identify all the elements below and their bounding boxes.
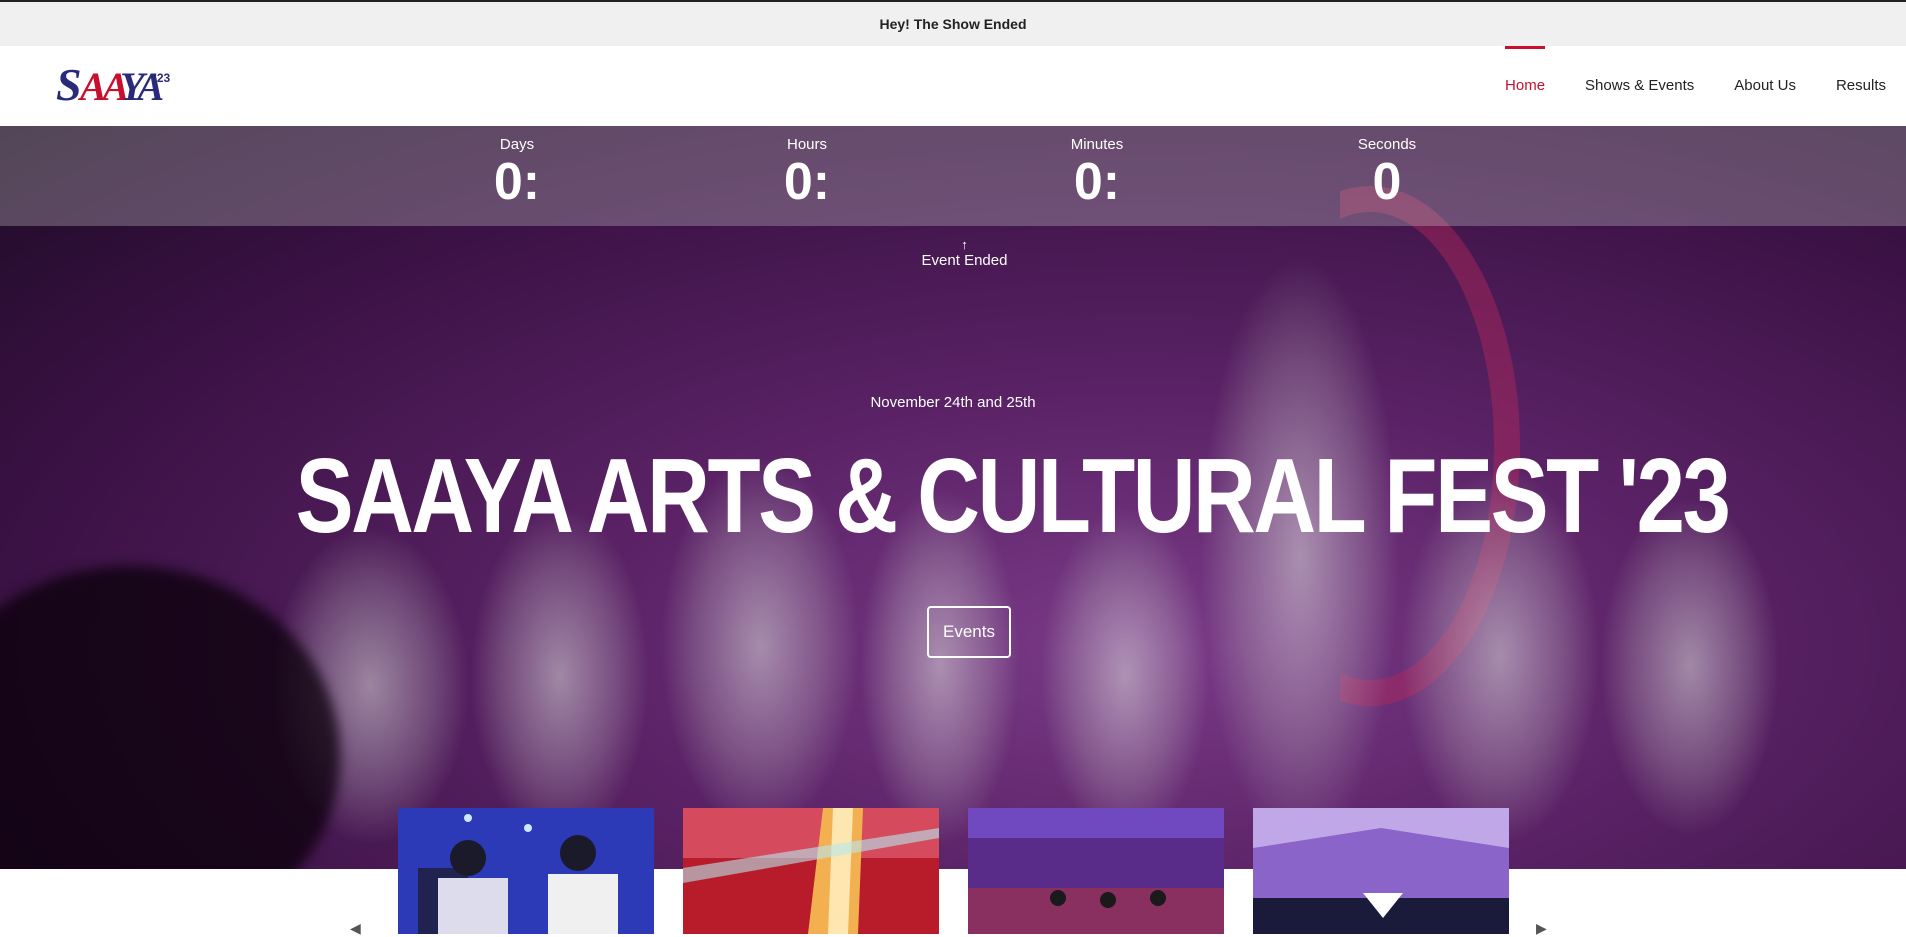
announcement-bar: Hey! The Show Ended [0, 0, 1906, 46]
nav-shows-events[interactable]: Shows & Events [1565, 46, 1714, 126]
hours-label: Hours [786, 136, 827, 153]
countdown-hours: Hours 0: [737, 136, 877, 211]
gallery-image-flames[interactable] [683, 808, 939, 934]
event-status-text: Event Ended [921, 252, 1008, 269]
gallery-image-band[interactable] [968, 808, 1224, 934]
nav-about-us[interactable]: About Us [1714, 46, 1816, 126]
seconds-value: 0 [1372, 153, 1402, 211]
countdown-seconds: Seconds 0 [1317, 136, 1457, 211]
hero-section: Days 0: Hours 0: Minutes 0: Seconds 0 ↑ … [0, 126, 1906, 869]
nav-results[interactable]: Results [1816, 46, 1906, 126]
svg-text:S: S [56, 59, 80, 110]
days-value: 0: [493, 153, 541, 211]
arrow-up-icon: ↑ [961, 237, 968, 252]
days-label: Days [499, 136, 535, 153]
events-button[interactable]: Events [927, 606, 1011, 658]
gallery-image-crowd[interactable] [1253, 808, 1509, 934]
main-menu: Home Shows & Events About Us Results [1485, 46, 1906, 126]
gallery-image-singers[interactable] [398, 808, 654, 934]
seconds-label: Seconds [1357, 136, 1417, 153]
chevron-right-icon[interactable]: ▶ [1536, 920, 1547, 937]
site-header: S AA YA '23 Home Shows & Events About Us… [0, 46, 1906, 126]
minutes-label: Minutes [1070, 136, 1124, 153]
saaya-logo[interactable]: S AA YA '23 [54, 56, 174, 114]
firework-spark [470, 506, 650, 846]
announcement-text: Hey! The Show Ended [879, 16, 1027, 32]
nav-home[interactable]: Home [1485, 46, 1565, 126]
firework-spark [1040, 506, 1210, 846]
hours-value: 0: [783, 153, 831, 211]
countdown-days: Days 0: [447, 136, 587, 211]
countdown-bar: Days 0: Hours 0: Minutes 0: Seconds 0 [0, 126, 1906, 226]
minutes-value: 0: [1073, 153, 1121, 211]
countdown-minutes: Minutes 0: [1027, 136, 1167, 211]
event-date: November 24th and 25th [870, 394, 1036, 411]
event-status: ↑ Event Ended [0, 237, 1906, 270]
gallery-carousel: ◀ ▶ [0, 808, 1906, 937]
chevron-left-icon[interactable]: ◀ [350, 920, 361, 937]
hero-title: SAAYA ARTS & CULTURAL FEST '23 [295, 437, 1731, 555]
svg-text:'23: '23 [154, 71, 171, 85]
